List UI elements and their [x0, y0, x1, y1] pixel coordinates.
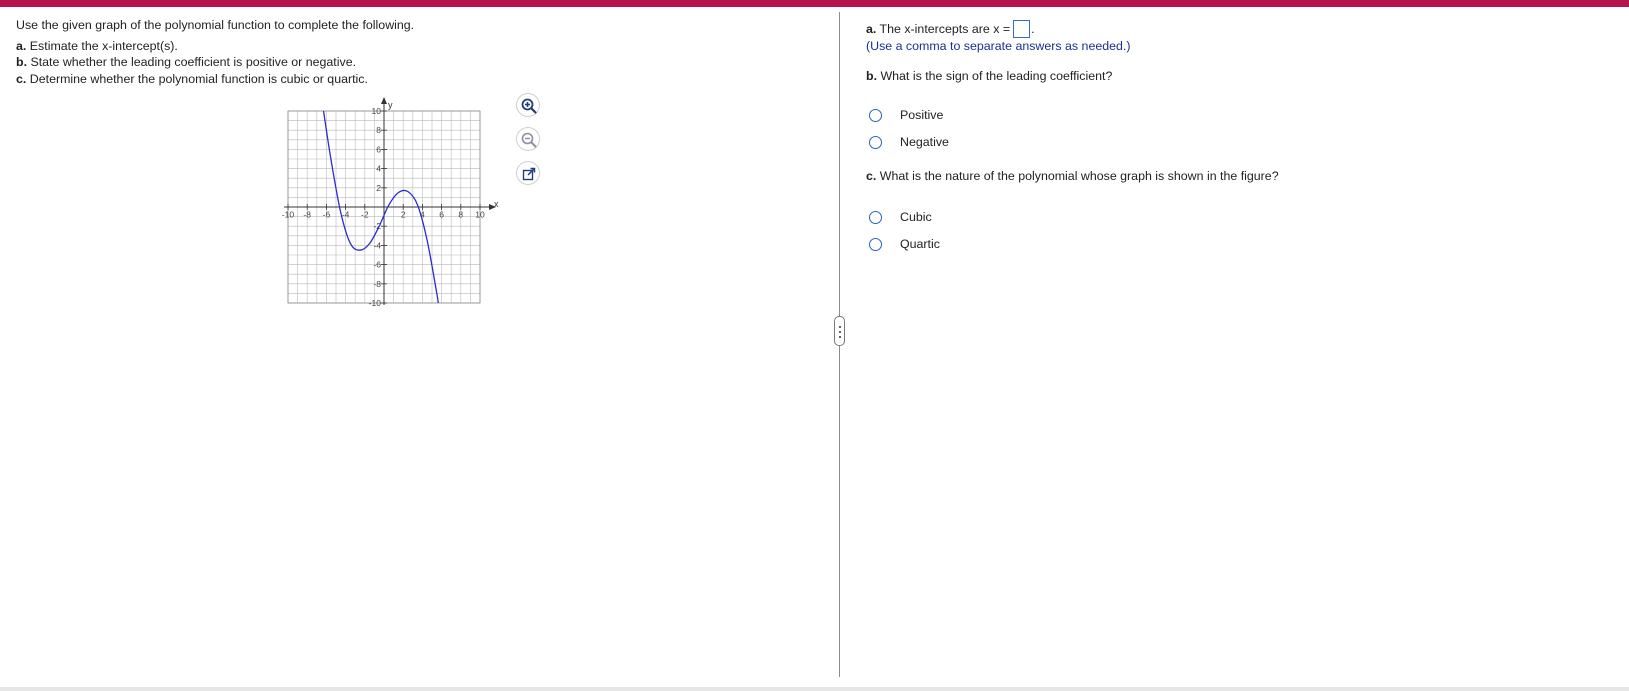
left-pane: Use the given graph of the polynomial fu…	[0, 7, 838, 687]
instructions: Use the given graph of the polynomial fu…	[16, 17, 414, 87]
x-tick-label: -4	[342, 209, 350, 219]
instruction-item-b: b. State whether the leading coefficient…	[16, 55, 357, 69]
x-tick-label: -2	[361, 209, 369, 219]
y-tick-label: 10	[372, 106, 382, 116]
pane-splitter-handle[interactable]	[834, 316, 845, 346]
x-axis-label: x	[494, 199, 499, 209]
y-tick-label: -10	[369, 298, 382, 308]
x-tick-label: -8	[303, 209, 311, 219]
radio-quartic[interactable]	[869, 238, 882, 251]
radio-positive[interactable]	[869, 109, 882, 122]
bottom-bar	[0, 687, 1629, 691]
instruction-item-c: c. Determine whether the polynomial func…	[16, 71, 368, 86]
y-tick-label: -8	[373, 279, 381, 289]
y-tick-label: 4	[376, 164, 381, 174]
radio-negative[interactable]	[869, 136, 882, 149]
x-intercepts-input[interactable]	[1013, 20, 1031, 38]
option-negative-label: Negative	[900, 135, 949, 149]
graph-svg: -10 -8 -6 -4 -2 2 4 6 8 10108642-2-4-6-8-10 x y	[282, 97, 499, 308]
top-accent-bar	[0, 0, 1629, 7]
y-tick-label: -4	[373, 240, 381, 250]
x-tick-label: -10	[282, 209, 295, 219]
option-positive-label: Positive	[900, 108, 944, 122]
y-tick-label: 6	[376, 144, 381, 154]
magnifier-minus-icon	[521, 132, 537, 148]
zoom-in-button[interactable]	[516, 93, 540, 117]
instructions-lead: Use the given graph of the polynomial fu…	[16, 18, 415, 32]
question-b: b. What is the sign of the leading coeff…	[866, 69, 1113, 83]
y-axis-label: y	[388, 100, 393, 110]
y-tick-label: -6	[373, 260, 381, 270]
radio-cubic[interactable]	[869, 211, 882, 224]
x-tick-label: 10	[475, 209, 485, 219]
popout-button[interactable]	[516, 161, 540, 185]
x-tick-label: -6	[323, 209, 331, 219]
option-cubic-label: Cubic	[900, 210, 932, 224]
x-tick-label: 2	[401, 209, 406, 219]
x-tick-label: 8	[458, 209, 463, 219]
option-quartic-label: Quartic	[900, 237, 940, 251]
x-tick-label: 6	[439, 209, 444, 219]
magnifier-plus-icon	[521, 98, 537, 114]
instruction-item-a: a. Estimate the x-intercept(s).	[16, 38, 178, 53]
question-c: c. What is the nature of the polynomial …	[866, 169, 1279, 183]
y-tick-label: 8	[376, 125, 381, 135]
axes	[284, 97, 496, 305]
y-tick-label: 2	[376, 183, 381, 193]
external-link-icon	[522, 167, 536, 181]
polynomial-graph: -10 -8 -6 -4 -2 2 4 6 8 10 10 8 6 4 2 -2 -4 -6 -8 -10 x y	[280, 91, 510, 326]
y-axis-arrow	[381, 97, 387, 104]
zoom-out-button[interactable]	[516, 127, 540, 151]
question-a: a. The x-intercepts are x =.	[866, 20, 1035, 38]
question-a-hint: (Use a comma to separate answers as need…	[866, 39, 1131, 53]
